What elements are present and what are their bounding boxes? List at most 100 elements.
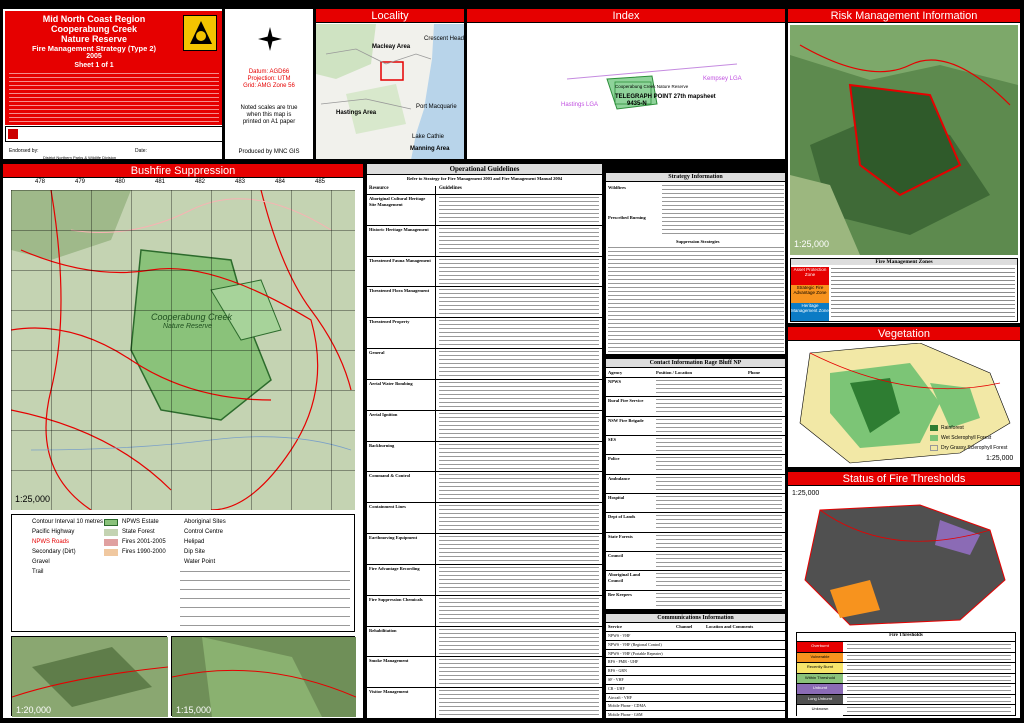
strategy-row-prescribed: Prescribed Burning <box>608 215 646 220</box>
contacts-detail <box>656 554 782 570</box>
comms-service: NPWS - VHF (Regional Control) <box>608 641 662 647</box>
ops-row: Aerial Water Bombing <box>367 378 602 410</box>
threshold-label: Recently Burnt <box>806 664 834 670</box>
projection-text: Projection: UTM <box>247 76 291 82</box>
legend-gravel: Gravel <box>32 559 50 565</box>
ops-row: Rehabilitation <box>367 625 602 657</box>
ops-row: Aerial Ignition <box>367 409 602 441</box>
comms-col-service: Service <box>608 624 622 629</box>
legend-swatch-sf <box>104 529 118 536</box>
bushfire-title: Bushfire Suppression <box>3 164 363 178</box>
ops-row: Smoke Management <box>367 656 602 687</box>
legend-state-forest: State Forest <box>122 529 155 535</box>
index-label-kempsey: Kempsey LGA <box>703 76 742 82</box>
threshold-text <box>847 707 1011 715</box>
ops-row-label: Aerial Ignition <box>369 411 398 417</box>
thresholds-scale: 1:25,000 <box>792 490 820 497</box>
ops-row-label: Visitor Management <box>369 689 409 695</box>
thresholds-panel: Status of Fire Thresholds 1:25,000 Fire … <box>787 471 1021 719</box>
risk-zone-heritage: Heritage Management Zone <box>791 303 829 321</box>
ops-row-label: Rehabilitation <box>369 627 397 633</box>
contacts-rows: NPWS Rural Fire Service NSW Fire Brigade SE… <box>606 377 785 609</box>
ops-row-label: Fire Advantage Recording <box>369 565 420 571</box>
contacts-agency: NSW Fire Brigade <box>608 417 644 423</box>
comms-rows: NPWS - VHF NPWS - VHF (Regional Control) N… <box>606 631 785 718</box>
threshold-row: Long Unburnt <box>797 693 1015 706</box>
ops-row-label: Earthmoving Equipment <box>369 535 418 541</box>
strategy-row-wildfires: Wildfires <box>608 185 626 190</box>
grid-text: Grid: AMG Zone 56 <box>243 83 295 89</box>
contacts-row: Dept of Lands <box>606 512 785 531</box>
comms-service: CB - UHF <box>608 685 625 691</box>
legend-npws-roads: NPWS Roads <box>32 539 70 545</box>
datum-text: Datum: AGD66 <box>248 69 290 75</box>
index-label-reserve: Cooperabung Creek Nature Reserve <box>615 84 689 89</box>
scale-note-3: printed on A1 paper <box>242 119 296 125</box>
comms-service: NPWS - VHF <box>608 633 631 638</box>
contacts-detail <box>656 399 782 415</box>
ops-row-label: General <box>369 350 385 356</box>
strategy-year: 2005 <box>86 53 102 60</box>
contacts-agency: Ambulance <box>608 475 631 481</box>
comms-title: Communications Information <box>606 614 785 623</box>
threshold-row: Vulnerable <box>797 651 1015 664</box>
index-label-mapsheet: TELEGRAPH POINT 27th mapsheet <box>615 94 716 100</box>
contacts-row: SES <box>606 435 785 454</box>
bushfire-legend: Contour Interval 10 metres Pacific Highw… <box>11 514 355 632</box>
contacts-title: Contact Information Rage Bluff NP <box>606 359 785 368</box>
comms-service: RFS - PMR - UHF <box>608 659 639 665</box>
ops-row-text <box>439 412 599 440</box>
comms-col-channel: Channel <box>676 624 693 629</box>
ops-row-label: Aerial Water Bombing <box>369 380 413 386</box>
contacts-detail <box>656 457 782 473</box>
strategy-title: Strategy Information <box>606 173 785 182</box>
ops-row-text <box>439 628 599 656</box>
strategy-title: Fire Management Strategy (Type 2) <box>31 44 157 53</box>
legend-fires-older: Fires 1990-2000 <box>122 549 166 555</box>
legend-npws-estate: NPWS Estate <box>122 519 159 525</box>
locality-title: Locality <box>316 9 464 23</box>
index-title: Index <box>467 9 785 23</box>
inset-right: 1:15,000 <box>171 636 357 717</box>
comms-panel: Communications Information Service Chann… <box>605 613 786 719</box>
comms-col-location: Location and Comments <box>706 624 754 629</box>
dept-logo <box>8 129 18 139</box>
comms-row: CB - UHF <box>606 683 785 693</box>
contacts-detail <box>656 380 782 396</box>
contacts-row: State Forests <box>606 531 785 551</box>
legend-secondary: Secondary (Dirt) <box>32 549 76 555</box>
legend-dip: Dip Site <box>184 549 206 555</box>
tick-479: 479 <box>75 179 86 185</box>
locality-label-manning: Manning Area <box>410 146 450 152</box>
threshold-label: Vulnerable <box>810 653 830 659</box>
threshold-text <box>847 675 1011 684</box>
ops-row-text <box>439 289 599 317</box>
index-map-graphic <box>566 63 738 110</box>
comms-service: NPWS - VHF (Portable Repeater) <box>608 650 663 656</box>
comms-service: Mobile Phone - CDMA <box>608 703 646 709</box>
ops-row-text <box>439 659 599 687</box>
locality-label-crescent-head: Crescent Head <box>424 36 465 42</box>
ops-rows: Aboriginal Cultural Heritage Site Manage… <box>367 194 602 718</box>
ops-row-text <box>439 690 599 717</box>
contacts-agency: Council <box>608 553 624 558</box>
vegetation-panel: Vegetation Rainforest Wet Sclerophyll Fo… <box>787 326 1021 468</box>
legend-swatch-npws <box>104 519 118 526</box>
strategy-text <box>662 185 784 237</box>
reserve-label-1: Cooperabung Creek <box>151 312 233 322</box>
contacts-agency: Aboriginal Land Council <box>608 572 641 583</box>
contacts-detail <box>656 476 782 492</box>
legend-aboriginal: Aboriginal Sites <box>184 519 226 525</box>
inset-right-scale: 1:15,000 <box>176 705 212 715</box>
legend-water: Water Point <box>184 559 216 565</box>
risk-zone-strategic: Strategic Fire Advantage Zone <box>791 285 829 303</box>
ops-row-label: Threatened Fauna Management <box>369 257 431 263</box>
ops-row-text <box>439 536 599 563</box>
locality-label-macleay: Macleay Area <box>372 44 411 50</box>
ops-col-resource: Resource <box>369 186 389 191</box>
contacts-row: Bee Keepers <box>606 589 785 609</box>
risk-zone-asset: Asset Protection Zone <box>791 267 829 285</box>
veg-label-dry: Dry Grassy Sclerophyll Forest <box>941 445 1008 451</box>
date-label: Date: <box>135 148 147 154</box>
bushfire-map: Cooperabung Creek Nature Reserve 1:25,00… <box>11 190 355 510</box>
